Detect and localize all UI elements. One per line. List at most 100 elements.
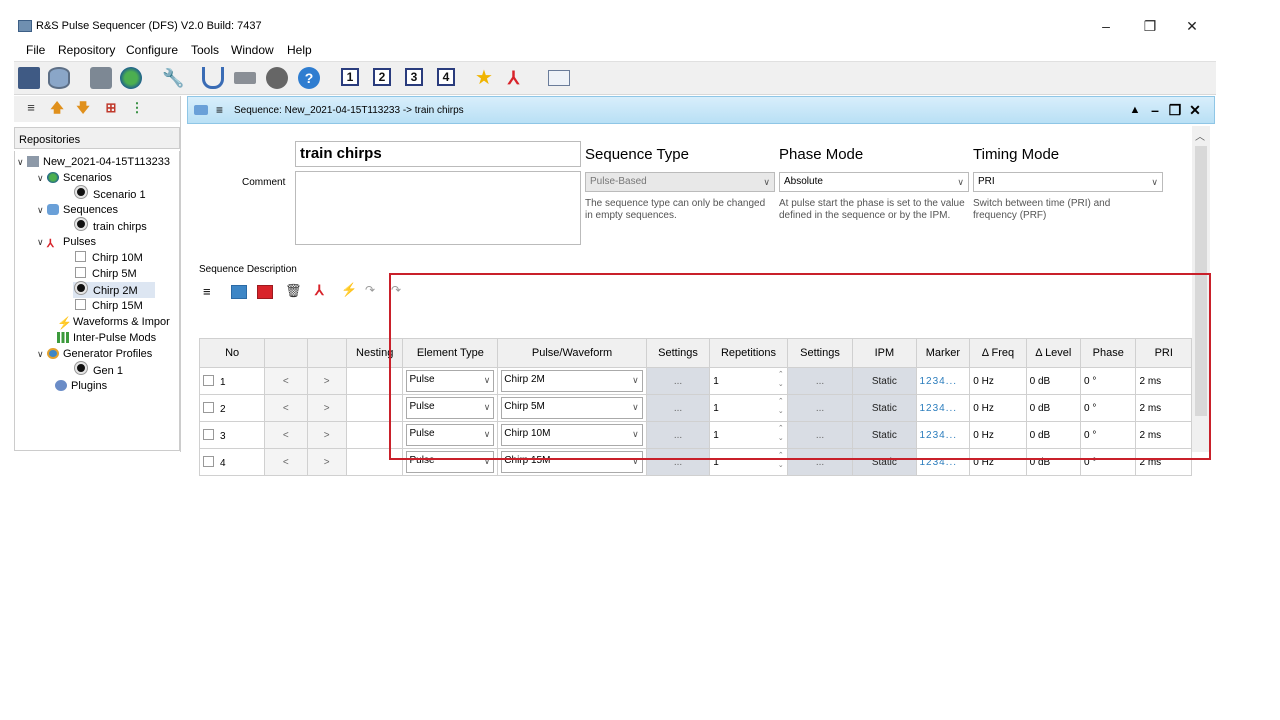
waveform-icon[interactable]: ⚡ — [341, 282, 357, 298]
page-2-button[interactable]: 2 — [373, 68, 391, 86]
save-icon[interactable] — [18, 67, 40, 89]
rs-logo-icon[interactable] — [548, 70, 570, 86]
pdf-icon[interactable]: ⅄ — [508, 67, 530, 89]
menu-file[interactable]: File — [26, 43, 45, 57]
tree-item-chirp-5m[interactable]: Chirp 5M — [75, 266, 137, 282]
move-right-button[interactable]: > — [306, 421, 347, 449]
move-left-button[interactable]: < — [264, 367, 308, 395]
move-right-button[interactable]: > — [306, 448, 347, 476]
tree-icon[interactable]: ⊞ — [104, 101, 118, 115]
close-button[interactable]: ✕ — [1174, 16, 1210, 36]
instrument-icon[interactable] — [234, 72, 256, 84]
tree-item-scenarios[interactable]: ∨ Scenarios — [37, 170, 112, 186]
bullet-icon — [75, 218, 87, 230]
page-1-button[interactable]: 1 — [341, 68, 359, 86]
maximize-button[interactable]: ❐ — [1132, 16, 1168, 36]
record-icon[interactable] — [266, 67, 288, 89]
row-checkbox[interactable] — [203, 428, 214, 440]
minimize-panel-button[interactable]: – — [1146, 101, 1164, 119]
page-4-button[interactable]: 4 — [437, 68, 455, 86]
database-icon — [27, 156, 39, 167]
move-right-button[interactable]: > — [306, 367, 347, 395]
row-checkbox[interactable] — [203, 374, 214, 386]
pulse-icon[interactable]: ⅄ — [315, 282, 324, 299]
phase-mode-select[interactable]: Absolute ∨ — [779, 172, 969, 192]
tree-item-gen-1[interactable]: Gen 1 — [75, 362, 123, 378]
list-icon[interactable]: ≡ — [24, 101, 38, 115]
list-icon[interactable]: ≡ — [216, 103, 223, 117]
tree-item-chirp-15m[interactable]: Chirp 15M — [75, 298, 143, 314]
menu-configure[interactable]: Configure — [126, 43, 178, 57]
restore-panel-button[interactable]: ❐ — [1166, 101, 1184, 119]
sequence-name-field[interactable]: train chirps — [295, 141, 581, 167]
row-number-cell[interactable]: 2 — [198, 394, 266, 422]
checkbox-icon[interactable] — [75, 267, 86, 278]
tree-item-sequences[interactable]: ∨ Sequences — [37, 202, 118, 218]
scroll-up-icon[interactable]: ︿ — [1195, 128, 1205, 143]
delete-row-icon[interactable] — [257, 285, 273, 299]
list-icon[interactable]: ≡ — [203, 284, 211, 299]
tree-item-waveforms[interactable]: ⚡Waveforms & Impor — [57, 314, 170, 330]
row-number-cell[interactable]: 1 — [198, 367, 266, 395]
wrench-icon[interactable]: 🔧 — [162, 67, 184, 89]
move-left-button[interactable]: < — [264, 394, 308, 422]
move-right-button[interactable]: > — [306, 394, 347, 422]
row-number: 1 — [220, 376, 226, 388]
tree-item-chirp-2m[interactable]: Chirp 2M — [73, 282, 155, 298]
tree-item-pulses[interactable]: ∨ ⅄ Pulses — [37, 234, 96, 250]
chevron-down-icon[interactable]: ∨ — [37, 346, 47, 362]
tree-item-plugins[interactable]: Plugins — [55, 378, 107, 394]
stack-icon[interactable]: ⋮ — [130, 101, 144, 115]
chevron-down-icon[interactable]: ∨ — [17, 154, 27, 170]
move-left-button[interactable]: < — [264, 448, 308, 476]
phase-mode-value: Absolute — [784, 176, 823, 187]
tree-label: New_2021-04-15T113233 — [43, 156, 170, 168]
menu-repository[interactable]: Repository — [58, 43, 115, 57]
repository-icon[interactable] — [90, 67, 112, 89]
move-left-button[interactable]: < — [264, 421, 308, 449]
magnet-icon[interactable] — [202, 67, 224, 89]
pulse-icon: ⅄ — [47, 238, 54, 250]
chevron-down-icon[interactable]: ∨ — [37, 170, 47, 186]
chevron-down-icon[interactable]: ∨ — [37, 202, 47, 218]
tree-label: train chirps — [93, 221, 147, 233]
row-checkbox[interactable] — [203, 455, 214, 467]
repository-toolbar: ≡ 🡅 🡇 ⊞ ⋮ — [14, 96, 182, 122]
col-prev[interactable] — [264, 338, 308, 368]
col-next[interactable] — [306, 338, 347, 368]
database-icon[interactable] — [48, 67, 70, 89]
tree-item-inter-pulse-mods[interactable]: Inter-Pulse Mods — [57, 330, 156, 346]
arrow-down-icon[interactable]: 🡇 — [76, 101, 90, 115]
star-icon[interactable]: ★ — [475, 67, 497, 89]
tree-item-chirp-10m[interactable]: Chirp 10M — [75, 250, 143, 266]
tree-item-scenario-1[interactable]: Scenario 1 — [75, 186, 146, 202]
timing-mode-select[interactable]: PRI ∨ — [973, 172, 1163, 192]
chevron-down-icon[interactable]: ∨ — [37, 234, 47, 250]
sequence-type-select[interactable]: Pulse-Based ∨ — [585, 172, 775, 192]
checkbox-icon[interactable] — [75, 299, 86, 310]
tree-item-generator-profiles[interactable]: ∨ Generator Profiles — [37, 346, 152, 362]
tree-item-repository[interactable]: ∨ New_2021-04-15T113233 — [17, 154, 170, 170]
menu-tools[interactable]: Tools — [191, 43, 219, 57]
minimize-button[interactable]: – — [1088, 16, 1124, 36]
row-checkbox[interactable] — [203, 401, 214, 413]
tree-label: Scenarios — [63, 172, 112, 184]
collapse-up-icon[interactable]: ▲ — [1126, 101, 1144, 119]
add-row-icon[interactable] — [231, 285, 247, 299]
row-number-cell[interactable]: 4 — [198, 448, 266, 476]
checkbox-icon[interactable] — [75, 251, 86, 262]
globe-icon[interactable] — [120, 67, 142, 89]
close-panel-button[interactable]: ✕ — [1186, 101, 1204, 119]
menu-help[interactable]: Help — [287, 43, 312, 57]
col-no[interactable]: No — [198, 338, 266, 368]
page-3-button[interactable]: 3 — [405, 68, 423, 86]
row-number-cell[interactable]: 3 — [198, 421, 266, 449]
timing-mode-title: Timing Mode — [973, 146, 1060, 163]
redo-icon[interactable]: ↷ — [365, 283, 375, 297]
trash-icon[interactable]: 🗑 — [285, 283, 302, 299]
menu-window[interactable]: Window — [231, 43, 274, 57]
help-icon[interactable]: ? — [298, 67, 320, 89]
arrow-up-icon[interactable]: 🡅 — [50, 101, 64, 115]
comment-field[interactable] — [295, 171, 581, 245]
tree-item-train-chirps[interactable]: train chirps — [75, 218, 147, 234]
